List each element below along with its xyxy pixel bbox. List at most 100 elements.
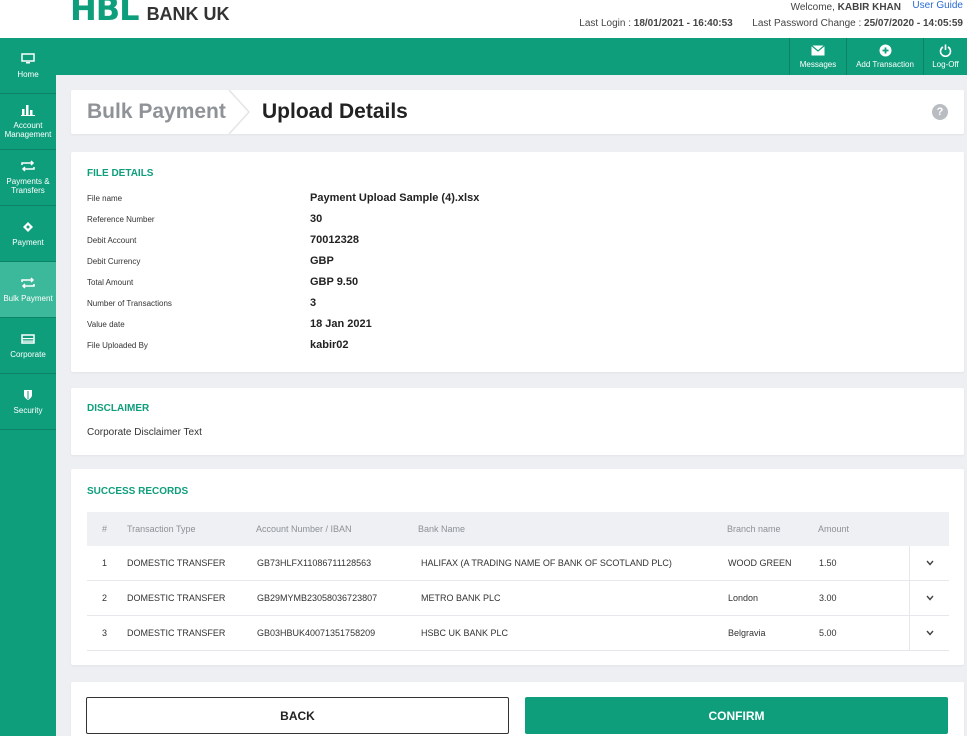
detail-label: Value date bbox=[87, 320, 125, 329]
cell-bank-name: HALIFAX (A TRADING NAME OF BANK OF SCOTL… bbox=[421, 558, 672, 568]
detail-row: Debit Currency GBP bbox=[87, 255, 947, 276]
chevron-down-icon bbox=[925, 595, 934, 601]
detail-label: Reference Number bbox=[87, 215, 155, 224]
breadcrumb-separator-icon bbox=[228, 90, 251, 134]
file-details-card: FILE DETAILS File name Payment Upload Sa… bbox=[71, 152, 964, 372]
detail-value: 30 bbox=[310, 213, 323, 225]
detail-label: Total Amount bbox=[87, 278, 134, 287]
table-row: 3 DOMESTIC TRANSFER GB03HBUK400713517582… bbox=[87, 616, 949, 651]
sidebar-item-label: Security bbox=[13, 405, 43, 415]
sidebar-item-label: Payments & Transfers bbox=[6, 177, 50, 195]
detail-row: Debit Account 70012328 bbox=[87, 234, 947, 255]
sidebar-item-corporate[interactable]: Corporate bbox=[0, 318, 56, 374]
messages-button[interactable]: Messages bbox=[789, 38, 846, 75]
sidebar-item-account-management[interactable]: Account Management bbox=[0, 94, 56, 150]
welcome-message: Welcome, KABIR KHAN bbox=[791, 2, 901, 13]
power-icon bbox=[939, 44, 952, 57]
cell-transaction-type: DOMESTIC TRANSFER bbox=[127, 593, 226, 603]
payment-tag-icon bbox=[21, 221, 35, 233]
sidebar-item-payment[interactable]: Payment bbox=[0, 206, 56, 262]
breadcrumb: Bulk Payment Upload Details ? bbox=[71, 90, 964, 134]
row-expand-toggle[interactable] bbox=[909, 581, 949, 615]
user-guide-link[interactable]: User Guide bbox=[912, 0, 963, 11]
cell-account: GB03HBUK40071351758209 bbox=[257, 628, 376, 638]
last-password-value: 25/07/2020 - 14:05:59 bbox=[864, 18, 963, 29]
sidebar-item-security[interactable]: Security bbox=[0, 374, 56, 430]
detail-value: GBP bbox=[310, 255, 334, 267]
cell-number: 1 bbox=[102, 558, 108, 568]
action-buttons-card: BACK CONFIRM bbox=[71, 682, 964, 736]
detail-value: GBP 9.50 bbox=[310, 276, 359, 288]
row-expand-toggle[interactable] bbox=[909, 546, 949, 580]
sidebar-item-payments-transfers[interactable]: Payments & Transfers bbox=[0, 150, 56, 206]
log-off-label: Log-Off bbox=[932, 60, 959, 69]
cell-amount: 3.00 bbox=[819, 593, 837, 603]
cell-account: GB29MYMB23058036723807 bbox=[257, 593, 378, 603]
row-expand-toggle[interactable] bbox=[909, 616, 949, 650]
log-off-button[interactable]: Log-Off bbox=[923, 38, 967, 75]
logo-text: BANK UK bbox=[146, 4, 230, 24]
cell-bank-name: HSBC UK BANK PLC bbox=[421, 628, 509, 638]
bar-chart-icon bbox=[21, 104, 35, 116]
table-row: 1 DOMESTIC TRANSFER GB73HLFX110867111285… bbox=[87, 546, 949, 581]
top-header: HBL BANK UK Welcome, KABIR KHAN User Gui… bbox=[0, 0, 967, 38]
success-records-card: SUCCESS RECORDS # Transaction Type Accou… bbox=[71, 469, 964, 665]
last-password-label: Last Password Change : bbox=[752, 18, 862, 29]
back-button[interactable]: BACK bbox=[86, 697, 509, 734]
transfer-arrows-icon bbox=[21, 276, 35, 289]
last-login-label: Last Login : bbox=[579, 18, 631, 29]
detail-row: File name Payment Upload Sample (4).xlsx bbox=[87, 192, 947, 213]
sidebar-item-bulk-payment[interactable]: Bulk Payment bbox=[0, 262, 56, 318]
cell-transaction-type: DOMESTIC TRANSFER bbox=[127, 558, 226, 568]
detail-value: Payment Upload Sample (4).xlsx bbox=[310, 192, 480, 204]
transfer-arrows-icon bbox=[21, 160, 35, 172]
records-table: # Transaction Type Account Number / IBAN… bbox=[87, 512, 949, 651]
table-header: # Transaction Type Account Number / IBAN… bbox=[87, 512, 949, 546]
logo-mark: HBL bbox=[70, 0, 140, 28]
help-icon[interactable]: ? bbox=[932, 104, 948, 120]
cell-branch: Belgravia bbox=[728, 628, 766, 638]
page-title: Upload Details bbox=[262, 100, 408, 123]
messages-label: Messages bbox=[799, 60, 837, 69]
detail-value: 3 bbox=[310, 297, 317, 309]
list-icon bbox=[21, 333, 35, 345]
sidebar-item-label: Corporate bbox=[10, 349, 46, 359]
cell-transaction-type: DOMESTIC TRANSFER bbox=[127, 628, 226, 638]
detail-row: Number of Transactions 3 bbox=[87, 297, 947, 318]
detail-row: Total Amount GBP 9.50 bbox=[87, 276, 947, 297]
column-header-number: # bbox=[102, 524, 108, 534]
table-row: 2 DOMESTIC TRANSFER GB29MYMB230580367238… bbox=[87, 581, 949, 616]
detail-label: Number of Transactions bbox=[87, 299, 172, 308]
welcome-prefix: Welcome, bbox=[790, 2, 835, 13]
confirm-button[interactable]: CONFIRM bbox=[525, 697, 948, 734]
detail-value: 18 Jan 2021 bbox=[310, 318, 372, 330]
column-header-transaction-type: Transaction Type bbox=[127, 524, 196, 534]
plus-circle-icon bbox=[879, 44, 892, 57]
disclaimer-card: DISCLAIMER Corporate Disclaimer Text bbox=[71, 388, 964, 455]
cell-account: GB73HLFX11086711128563 bbox=[257, 558, 372, 568]
detail-label: File name bbox=[87, 194, 123, 203]
chevron-down-icon bbox=[925, 630, 934, 636]
detail-label: Debit Account bbox=[87, 236, 137, 245]
file-details-title: FILE DETAILS bbox=[87, 168, 154, 179]
disclaimer-text: Corporate Disclaimer Text bbox=[87, 427, 202, 438]
add-transaction-label: Add Transaction bbox=[856, 60, 914, 69]
cell-bank-name: METRO BANK PLC bbox=[421, 593, 501, 603]
sidebar-item-label: Account Management bbox=[4, 121, 52, 139]
login-info: Last Login : 18/01/2021 - 16:40:53 Last … bbox=[579, 18, 963, 29]
sidebar-item-home[interactable]: Home bbox=[0, 38, 56, 94]
breadcrumb-bulk-payment[interactable]: Bulk Payment bbox=[87, 100, 226, 124]
sidebar: Home Account Management Payments & Trans… bbox=[0, 38, 56, 736]
hbl-logo[interactable]: HBL BANK UK bbox=[70, 0, 230, 28]
sidebar-item-label: Payment bbox=[12, 237, 44, 247]
user-name: KABIR KHAN bbox=[837, 2, 901, 13]
sidebar-item-label: Home bbox=[17, 69, 39, 79]
column-header-amount: Amount bbox=[818, 524, 850, 534]
column-header-bank-name: Bank Name bbox=[418, 524, 466, 534]
cell-amount: 1.50 bbox=[819, 558, 837, 568]
chevron-down-icon bbox=[925, 560, 934, 566]
detail-label: Debit Currency bbox=[87, 257, 141, 266]
disclaimer-title: DISCLAIMER bbox=[87, 403, 150, 414]
shield-icon bbox=[21, 389, 35, 401]
add-transaction-button[interactable]: Add Transaction bbox=[846, 38, 923, 75]
